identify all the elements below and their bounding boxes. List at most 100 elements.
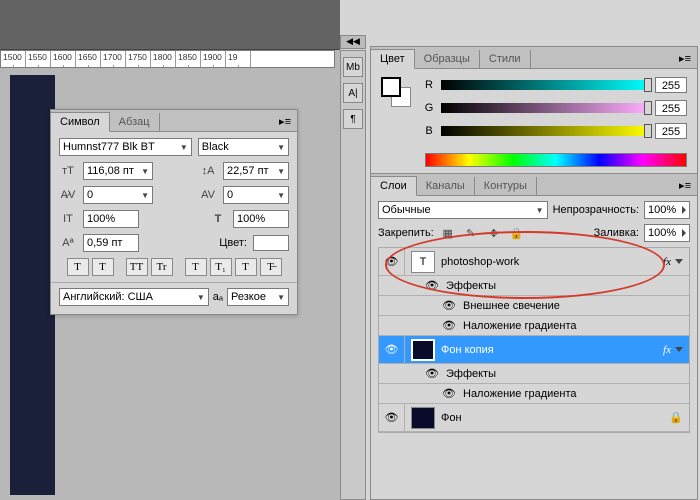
lock-brush-icon[interactable]: ✎ <box>462 227 480 240</box>
lock-icon: 🔒 <box>669 411 683 425</box>
tracking-icon: AV <box>199 189 217 201</box>
layer-name[interactable]: Фон <box>441 412 669 424</box>
language-select[interactable]: Английский: США▼ <box>59 288 209 306</box>
font-size-icon: тT <box>59 165 77 177</box>
layer-effect-item[interactable]: 👁Внешнее свечение <box>379 296 689 316</box>
panel-menu-icon[interactable]: ▸≡ <box>673 176 697 195</box>
leading-icon: ↕A <box>199 165 217 177</box>
layer-row[interactable]: 👁 Tphotoshop-workfx <box>379 248 689 276</box>
font-size-input[interactable]: 116,08 пт▼ <box>83 162 153 180</box>
layer-row[interactable]: 👁 Фон🔒 <box>379 404 689 432</box>
window-chrome <box>0 0 340 50</box>
fg-bg-color-swatch[interactable] <box>381 77 411 107</box>
baseline-input[interactable]: 0,59 пт <box>83 234 139 252</box>
opacity-input[interactable]: 100% <box>644 201 690 219</box>
kerning-input[interactable]: 0▼ <box>83 186 153 204</box>
visibility-eye-icon[interactable]: 👁 <box>379 248 405 275</box>
color-panel: Цвет Образцы Стили ▸≡ R 255 G 255 B 255 <box>371 47 697 174</box>
fill-label: Заливка: <box>594 227 639 239</box>
hscale-icon: T <box>209 213 227 225</box>
collapse-dock-icon[interactable]: ◀◀ <box>340 35 366 49</box>
fill-input[interactable]: 100% <box>644 224 690 242</box>
g-label: G <box>423 102 435 114</box>
lock-all-icon[interactable]: 🔒 <box>508 227 526 240</box>
layer-name[interactable]: photoshop-work <box>441 256 663 268</box>
tab-symbol[interactable]: Символ <box>51 112 110 132</box>
b-slider[interactable] <box>441 126 649 136</box>
character-panel: Символ Абзац ▸≡ Humnst777 Blk BT▼ Black▼… <box>50 109 298 315</box>
tab-channels[interactable]: Каналы <box>417 177 475 195</box>
hscale-input[interactable]: 100% <box>233 210 289 228</box>
font-style-select[interactable]: Black▼ <box>198 138 289 156</box>
text-style-button[interactable]: T <box>235 258 257 276</box>
text-style-button[interactable]: TT <box>126 258 148 276</box>
text-style-button[interactable]: T <box>92 258 114 276</box>
text-style-button[interactable]: T <box>185 258 207 276</box>
lock-label: Закрепить: <box>378 227 434 239</box>
blend-mode-select[interactable]: Обычные▼ <box>378 201 548 219</box>
tab-color[interactable]: Цвет <box>371 49 415 69</box>
color-label: Цвет: <box>219 237 247 249</box>
r-label: R <box>423 79 435 91</box>
b-label: B <box>423 125 435 137</box>
antialias-select[interactable]: Резкое▼ <box>227 288 289 306</box>
dock-item[interactable]: Mb <box>343 57 363 77</box>
right-panel-group: Цвет Образцы Стили ▸≡ R 255 G 255 B 255 Сло… <box>370 46 698 500</box>
canvas-document[interactable] <box>10 75 55 495</box>
visibility-eye-icon[interactable]: 👁 <box>424 279 440 292</box>
dock-item[interactable]: A| <box>343 83 363 103</box>
visibility-eye-icon[interactable]: 👁 <box>379 404 405 431</box>
antialias-icon: aₐ <box>213 291 223 303</box>
r-value[interactable]: 255 <box>655 77 687 93</box>
spectrum-picker[interactable] <box>425 153 687 167</box>
effects-header[interactable]: 👁Эффекты <box>379 364 689 384</box>
layer-thumbnail[interactable] <box>411 407 435 429</box>
visibility-eye-icon[interactable]: 👁 <box>441 319 457 332</box>
r-slider[interactable] <box>441 80 649 90</box>
tab-swatches[interactable]: Образцы <box>415 50 480 68</box>
leading-input[interactable]: 22,57 пт▼ <box>223 162 289 180</box>
g-slider[interactable] <box>441 103 649 113</box>
character-tabbar: Символ Абзац ▸≡ <box>51 110 297 132</box>
lock-transparent-icon[interactable]: ▦ <box>439 227 457 240</box>
opacity-label: Непрозрачность: <box>553 204 639 216</box>
layer-thumbnail[interactable]: T <box>411 251 435 273</box>
layers-panel: Слои Каналы Контуры ▸≡ Обычные▼ Непрозра… <box>371 174 697 433</box>
text-style-buttons: TTTTTrTT₁TT̶ <box>59 258 289 276</box>
layer-row[interactable]: 👁 Фон копияfx <box>379 336 689 364</box>
layer-effect-item[interactable]: 👁Наложение градиента <box>379 316 689 336</box>
fx-icon[interactable]: fx <box>663 256 671 268</box>
kerning-icon: A̷V <box>59 189 77 201</box>
text-style-button[interactable]: T <box>67 258 89 276</box>
visibility-eye-icon[interactable]: 👁 <box>441 387 457 400</box>
b-value[interactable]: 255 <box>655 123 687 139</box>
vscale-input[interactable]: 100% <box>83 210 139 228</box>
layer-effect-item[interactable]: 👁Наложение градиента <box>379 384 689 404</box>
text-style-button[interactable]: T̶ <box>260 258 282 276</box>
vscale-icon: IT <box>59 213 77 225</box>
layer-name[interactable]: Фон копия <box>441 344 663 356</box>
lock-move-icon[interactable]: ✥ <box>485 227 503 240</box>
tab-layers[interactable]: Слои <box>371 176 417 196</box>
panel-menu-icon[interactable]: ▸≡ <box>673 49 697 68</box>
panel-menu-icon[interactable]: ▸≡ <box>273 112 297 131</box>
visibility-eye-icon[interactable]: 👁 <box>441 299 457 312</box>
layer-thumbnail[interactable] <box>411 339 435 361</box>
g-value[interactable]: 255 <box>655 100 687 116</box>
font-family-select[interactable]: Humnst777 Blk BT▼ <box>59 138 192 156</box>
dock-item[interactable]: ¶ <box>343 109 363 129</box>
tracking-input[interactable]: 0▼ <box>223 186 289 204</box>
tab-paragraph[interactable]: Абзац <box>110 113 160 131</box>
tool-dock: Mb A| ¶ <box>340 50 366 500</box>
horizontal-ruler[interactable]: 15001550160016501700175018001850190019 <box>0 50 335 68</box>
visibility-eye-icon[interactable]: 👁 <box>424 367 440 380</box>
tab-paths[interactable]: Контуры <box>475 177 537 195</box>
tab-styles[interactable]: Стили <box>480 50 531 68</box>
fx-icon[interactable]: fx <box>663 344 671 356</box>
visibility-eye-icon[interactable]: 👁 <box>379 336 405 363</box>
baseline-icon: Aª <box>59 237 77 249</box>
text-style-button[interactable]: Tr <box>151 258 173 276</box>
text-color-swatch[interactable] <box>253 235 289 251</box>
effects-header[interactable]: 👁Эффекты <box>379 276 689 296</box>
text-style-button[interactable]: T₁ <box>210 258 232 276</box>
